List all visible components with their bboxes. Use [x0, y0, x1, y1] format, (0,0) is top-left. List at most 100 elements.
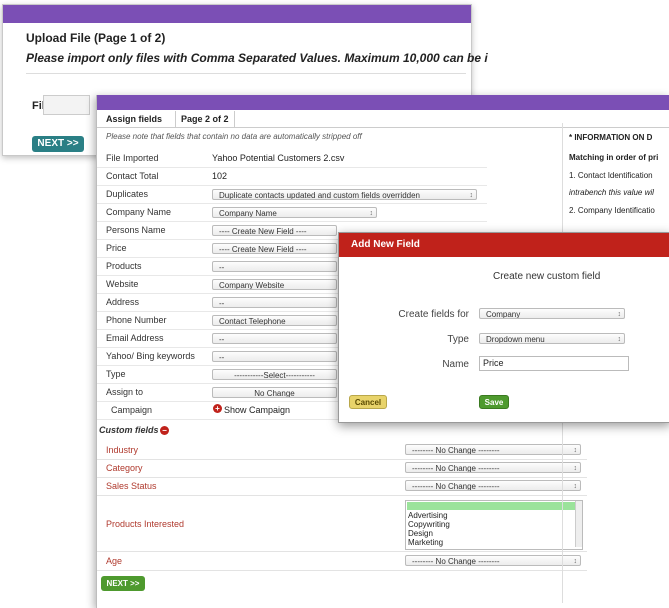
price-select[interactable]: ---- Create New Field ----: [212, 243, 337, 254]
row-label: Price: [106, 243, 127, 253]
updown-arrow-icon: ↕: [573, 558, 578, 565]
category-select[interactable]: -------- No Change -------- ↕: [405, 462, 581, 473]
type-select[interactable]: Dropdown menu ↕: [479, 333, 625, 344]
custom-row-category: Category -------- No Change -------- ↕: [97, 459, 587, 478]
updown-arrow-icon: ↕: [617, 336, 622, 343]
select-value: Company Website: [219, 281, 285, 290]
row-label: Address: [106, 297, 140, 307]
file-imported-value: Yahoo Potential Customers 2.csv: [212, 153, 345, 163]
scrollbar[interactable]: [575, 501, 582, 547]
updown-arrow-icon: ↕: [573, 465, 578, 472]
row-label: Company Name: [106, 207, 172, 217]
address-select[interactable]: --: [212, 297, 337, 308]
custom-row-sales-status: Sales Status -------- No Change --------…: [97, 477, 587, 496]
create-for-label: Create fields for: [398, 309, 469, 320]
select-value: Company Name: [219, 209, 277, 218]
page-title: Upload File (Page 1 of 2): [26, 31, 166, 45]
assign-to-select[interactable]: No Change: [212, 387, 337, 398]
contact-total-value: 102: [212, 171, 228, 181]
dialog-title: Create new custom field: [493, 271, 601, 282]
custom-row-age: Age -------- No Change -------- ↕: [97, 552, 587, 571]
row-label: Persons Name: [106, 225, 166, 235]
add-new-field-dialog: Add New Field Create new custom field Cr…: [338, 232, 669, 423]
option-copywriting[interactable]: Copywriting: [406, 520, 582, 529]
custom-row-industry: Industry -------- No Change -------- ↕: [97, 441, 587, 460]
save-button[interactable]: Save: [479, 395, 509, 409]
info-heading: * INFORMATION ON D: [569, 133, 653, 142]
plus-icon[interactable]: +: [213, 404, 222, 413]
select-value: -------- No Change --------: [412, 464, 500, 473]
option-advertising[interactable]: Advertising: [406, 511, 582, 520]
strip-note: Please note that fields that contain no …: [106, 132, 362, 141]
selected-option[interactable]: [407, 502, 581, 510]
import-note: Please import only files with Comma Sepa…: [26, 51, 488, 65]
select-value: Duplicate contacts updated and custom fi…: [219, 191, 421, 200]
products-multiselect[interactable]: Advertising Copywriting Design Marketing: [405, 500, 583, 550]
row-label: Contact Total: [106, 171, 159, 181]
row-label: Duplicates: [106, 189, 149, 199]
row-label: Email Address: [106, 333, 164, 343]
tab-page-indicator: Page 2 of 2: [175, 111, 235, 127]
phone-number-select[interactable]: Contact Telephone: [212, 315, 337, 326]
products-select[interactable]: --: [212, 261, 337, 272]
row-label: Age: [106, 556, 123, 566]
keywords-select[interactable]: --: [212, 351, 337, 362]
next-button[interactable]: NEXT >>: [32, 136, 84, 152]
select-value: -------- No Change --------: [412, 557, 500, 566]
select-value: -----------Select-----------: [234, 371, 315, 380]
create-for-select[interactable]: Company ↕: [479, 308, 625, 319]
select-value: --: [219, 353, 225, 362]
select-value: Dropdown menu: [486, 335, 545, 344]
row-label: Campaign: [111, 405, 153, 415]
type-label: Type: [447, 334, 469, 345]
select-value: Company: [486, 310, 521, 319]
row-label: Industry: [106, 445, 139, 455]
age-select[interactable]: -------- No Change -------- ↕: [405, 555, 581, 566]
custom-row-products-interested: Products Interested Advertising Copywrit…: [97, 495, 587, 552]
industry-select[interactable]: -------- No Change -------- ↕: [405, 444, 581, 455]
sales-status-select[interactable]: -------- No Change -------- ↕: [405, 480, 581, 491]
option-marketing[interactable]: Marketing: [406, 538, 582, 547]
next-button[interactable]: NEXT >>: [101, 576, 145, 591]
persons-name-select[interactable]: ---- Create New Field ----: [212, 225, 337, 236]
row-file-imported: File Imported Yahoo Potential Customers …: [97, 149, 487, 168]
minus-icon[interactable]: −: [160, 426, 169, 435]
select-value: ---- Create New Field ----: [219, 227, 307, 236]
select-value: --: [219, 299, 225, 308]
row-label: Products: [106, 261, 142, 271]
show-campaign-link[interactable]: Show Campaign: [224, 405, 290, 415]
name-label: Name: [442, 359, 469, 370]
updown-arrow-icon: ↕: [369, 210, 374, 217]
window-titlebar: [3, 5, 471, 23]
select-value: Contact Telephone: [219, 317, 286, 326]
select-value: --: [219, 263, 225, 272]
duplicates-select[interactable]: Duplicate contacts updated and custom fi…: [212, 189, 477, 200]
email-address-select[interactable]: --: [212, 333, 337, 344]
row-label: Website: [106, 279, 139, 289]
company-name-select[interactable]: Company Name ↕: [212, 207, 377, 218]
row-label: Products Interested: [106, 519, 185, 529]
name-input[interactable]: Price: [479, 356, 629, 371]
row-label: Phone Number: [106, 315, 167, 325]
info-line: 2. Company Identificatio: [569, 206, 655, 215]
updown-arrow-icon: ↕: [573, 447, 578, 454]
row-label: Type: [106, 369, 126, 379]
select-value: --: [219, 335, 225, 344]
row-label: Yahoo/ Bing keywords: [106, 351, 195, 361]
select-value: -------- No Change --------: [412, 446, 500, 455]
input-value: Price: [483, 358, 504, 368]
file-input[interactable]: [43, 95, 90, 115]
type-select[interactable]: -----------Select-----------: [212, 369, 337, 380]
website-select[interactable]: Company Website: [212, 279, 337, 290]
row-label: Assign to: [106, 387, 144, 397]
dialog-header: Add New Field: [339, 233, 669, 257]
option-design[interactable]: Design: [406, 529, 582, 538]
row-label: Sales Status: [106, 481, 157, 491]
row-contact-total: Contact Total 102: [97, 167, 487, 186]
row-label: File Imported: [106, 153, 159, 163]
cancel-button[interactable]: Cancel: [349, 395, 387, 409]
info-line: intrabench this value wil: [569, 188, 654, 197]
select-value: ---- Create New Field ----: [219, 245, 307, 254]
row-label: Category: [106, 463, 143, 473]
tab-assign-fields[interactable]: Assign fields: [106, 111, 162, 127]
